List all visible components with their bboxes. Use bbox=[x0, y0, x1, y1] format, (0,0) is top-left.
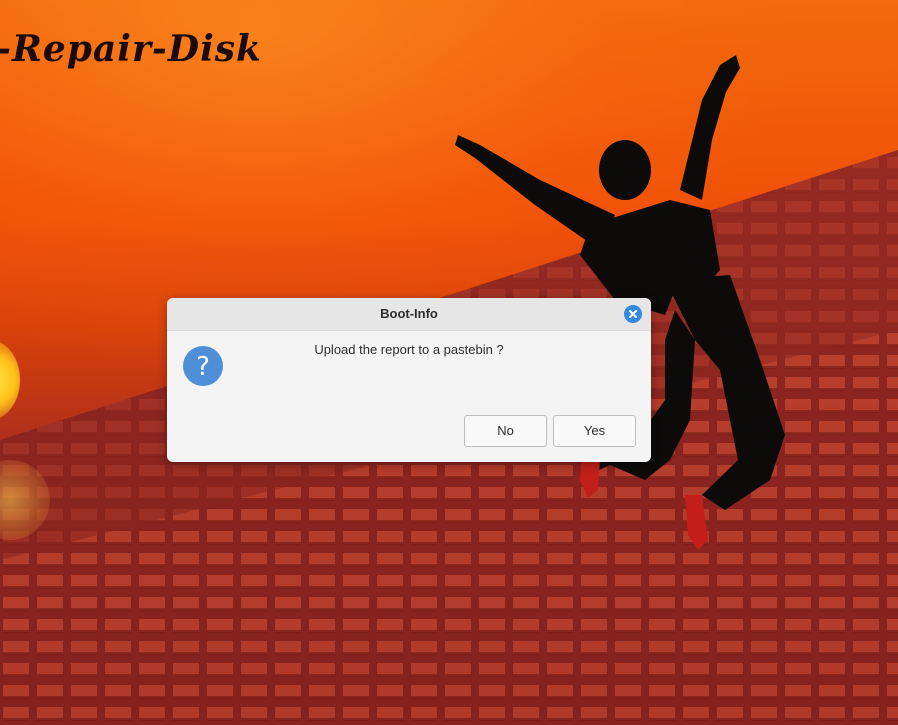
no-button[interactable]: No bbox=[464, 415, 547, 447]
dialog-message: Upload the report to a pastebin ? bbox=[314, 342, 504, 357]
desktop-wallpaper: -Repair-Disk Boot-Info ? Upload the repo… bbox=[0, 0, 898, 725]
dialog-title: Boot-Info bbox=[380, 306, 438, 321]
brand-logo-text: -Repair-Disk bbox=[0, 28, 262, 70]
close-icon bbox=[629, 310, 637, 318]
close-button[interactable] bbox=[624, 305, 642, 323]
dialog-titlebar[interactable]: Boot-Info bbox=[167, 298, 651, 331]
yes-button[interactable]: Yes bbox=[553, 415, 636, 447]
boot-info-dialog: Boot-Info ? Upload the report to a paste… bbox=[167, 298, 651, 462]
